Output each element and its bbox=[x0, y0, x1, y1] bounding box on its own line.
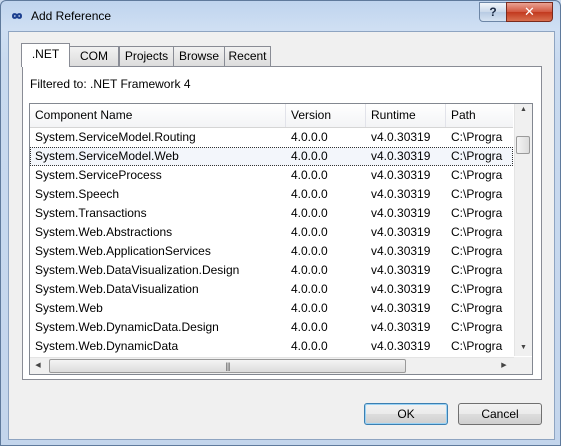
component-name-cell: System.Transactions bbox=[35, 206, 147, 220]
scroll-right-arrow-icon[interactable]: ▶ bbox=[498, 361, 510, 369]
component-name-cell: System.ServiceProcess bbox=[35, 168, 162, 182]
cancel-button[interactable]: Cancel bbox=[458, 403, 542, 425]
list-rows: System.ServiceModel.Routing 4.0.0.0 v4.0.3… bbox=[30, 128, 513, 356]
horizontal-scroll-thumb[interactable]: ||| bbox=[49, 359, 406, 373]
component-list[interactable]: Component Name Version Runtime Path Syst… bbox=[29, 103, 533, 375]
path-cell: C:\Progra bbox=[451, 168, 503, 182]
table-row[interactable]: System.Web.Abstractions 4.0.0.0 v4.0.30319… bbox=[30, 223, 513, 242]
table-row[interactable]: System.Web.DynamicData 4.0.0.0 v4.0.30319 C… bbox=[30, 337, 513, 356]
table-row[interactable]: System.Transactions 4.0.0.0 v4.0.30319 C:\P… bbox=[30, 204, 513, 223]
tab-browse[interactable]: Browse bbox=[173, 46, 225, 66]
version-cell: 4.0.0.0 bbox=[291, 339, 328, 353]
table-row[interactable]: System.Web.ApplicationServices 4.0.0.0 v4.… bbox=[30, 242, 513, 261]
runtime-cell: v4.0.30319 bbox=[371, 187, 431, 201]
version-cell: 4.0.0.0 bbox=[291, 263, 328, 277]
runtime-cell: v4.0.30319 bbox=[371, 244, 431, 258]
runtime-cell: v4.0.30319 bbox=[371, 301, 431, 315]
runtime-cell: v4.0.30319 bbox=[371, 130, 431, 144]
scroll-up-arrow-icon[interactable]: ▲ bbox=[515, 106, 532, 113]
component-name-cell: System.Web.ApplicationServices bbox=[35, 244, 211, 258]
add-reference-dialog: Add Reference ? ✕ .NET COM Projects Brow… bbox=[0, 0, 561, 446]
path-cell: C:\Progra bbox=[451, 320, 503, 334]
column-header-version[interactable]: Version bbox=[286, 104, 366, 127]
runtime-cell: v4.0.30319 bbox=[371, 339, 431, 353]
table-row[interactable]: System.Web 4.0.0.0 v4.0.30319 C:\Progra bbox=[30, 299, 513, 318]
version-cell: 4.0.0.0 bbox=[291, 149, 328, 163]
tab-dotnet[interactable]: .NET bbox=[21, 43, 70, 67]
list-header: Component Name Version Runtime Path bbox=[30, 104, 513, 128]
runtime-cell: v4.0.30319 bbox=[371, 225, 431, 239]
runtime-cell: v4.0.30319 bbox=[371, 263, 431, 277]
path-cell: C:\Progra bbox=[451, 263, 503, 277]
vertical-scroll-thumb[interactable] bbox=[516, 136, 530, 154]
ok-button[interactable]: OK bbox=[364, 403, 448, 425]
tab-projects[interactable]: Projects bbox=[119, 46, 174, 66]
version-cell: 4.0.0.0 bbox=[291, 301, 328, 315]
component-name-cell: System.Web bbox=[35, 301, 103, 315]
runtime-cell: v4.0.30319 bbox=[371, 320, 431, 334]
version-cell: 4.0.0.0 bbox=[291, 130, 328, 144]
runtime-cell: v4.0.30319 bbox=[371, 206, 431, 220]
path-cell: C:\Progra bbox=[451, 244, 503, 258]
runtime-cell: v4.0.30319 bbox=[371, 149, 431, 163]
runtime-cell: v4.0.30319 bbox=[371, 282, 431, 296]
table-row[interactable]: System.Web.DataVisualization.Design 4.0.0… bbox=[30, 261, 513, 280]
close-button[interactable]: ✕ bbox=[506, 2, 553, 22]
filter-label: Filtered to: .NET Framework 4 bbox=[30, 77, 191, 91]
component-name-cell: System.Web.DataVisualization.Design bbox=[35, 263, 240, 277]
component-name-cell: System.ServiceModel.Web bbox=[35, 149, 179, 163]
scrollbar-corner bbox=[514, 357, 532, 374]
infinity-app-icon bbox=[9, 8, 25, 24]
version-cell: 4.0.0.0 bbox=[291, 187, 328, 201]
table-row[interactable]: System.ServiceModel.Routing 4.0.0.0 v4.0.3… bbox=[30, 128, 513, 147]
component-name-cell: System.Web.Abstractions bbox=[35, 225, 173, 239]
path-cell: C:\Progra bbox=[451, 149, 503, 163]
path-cell: C:\Progra bbox=[451, 187, 503, 201]
component-name-cell: System.ServiceModel.Routing bbox=[35, 130, 196, 144]
column-header-path[interactable]: Path bbox=[446, 104, 513, 127]
vertical-scrollbar[interactable]: ▲ ▼ bbox=[514, 104, 532, 356]
dialog-body: .NET COM Projects Browse Recent Filtered… bbox=[8, 31, 555, 440]
version-cell: 4.0.0.0 bbox=[291, 282, 328, 296]
tab-com[interactable]: COM bbox=[69, 46, 119, 66]
table-row[interactable]: System.Web.DataVisualization 4.0.0.0 v4.0.… bbox=[30, 280, 513, 299]
path-cell: C:\Progra bbox=[451, 282, 503, 296]
column-header-component-name[interactable]: Component Name bbox=[30, 104, 286, 127]
path-cell: C:\Progra bbox=[451, 301, 503, 315]
version-cell: 4.0.0.0 bbox=[291, 206, 328, 220]
window-title: Add Reference bbox=[31, 9, 112, 23]
path-cell: C:\Progra bbox=[451, 225, 503, 239]
tab-recent[interactable]: Recent bbox=[224, 46, 271, 66]
component-name-cell: System.Web.DataVisualization bbox=[35, 282, 199, 296]
table-row[interactable]: System.Web.DynamicData.Design 4.0.0.0 v4.0… bbox=[30, 318, 513, 337]
path-cell: C:\Progra bbox=[451, 206, 503, 220]
title-bar[interactable]: Add Reference ? ✕ bbox=[1, 1, 560, 31]
path-cell: C:\Progra bbox=[451, 130, 503, 144]
version-cell: 4.0.0.0 bbox=[291, 244, 328, 258]
component-name-cell: System.Web.DynamicData bbox=[35, 339, 179, 353]
path-cell: C:\Progra bbox=[451, 339, 503, 353]
scroll-down-arrow-icon[interactable]: ▼ bbox=[515, 344, 532, 351]
version-cell: 4.0.0.0 bbox=[291, 168, 328, 182]
version-cell: 4.0.0.0 bbox=[291, 225, 328, 239]
dotnet-tab-panel: Filtered to: .NET Framework 4 Component … bbox=[22, 66, 542, 380]
column-header-runtime[interactable]: Runtime bbox=[366, 104, 446, 127]
runtime-cell: v4.0.30319 bbox=[371, 168, 431, 182]
scroll-left-arrow-icon[interactable]: ◀ bbox=[32, 361, 44, 369]
component-name-cell: System.Web.DynamicData.Design bbox=[35, 320, 219, 334]
version-cell: 4.0.0.0 bbox=[291, 320, 328, 334]
component-name-cell: System.Speech bbox=[35, 187, 120, 201]
table-row[interactable]: System.ServiceProcess 4.0.0.0 v4.0.30319 C:… bbox=[30, 166, 513, 185]
table-row[interactable]: System.Speech 4.0.0.0 v4.0.30319 C:\Progra bbox=[30, 185, 513, 204]
help-button[interactable]: ? bbox=[479, 2, 507, 22]
table-row[interactable]: System.ServiceModel.Web 4.0.0.0 v4.0.30319… bbox=[30, 147, 513, 166]
horizontal-scrollbar[interactable]: ◀ ||| ▶ bbox=[30, 357, 514, 374]
